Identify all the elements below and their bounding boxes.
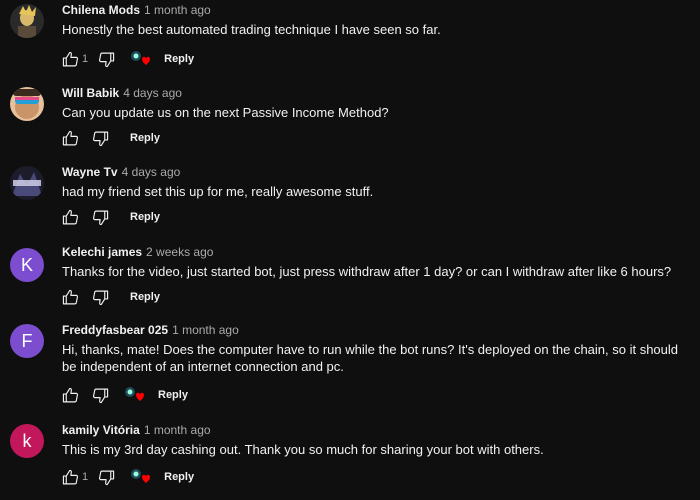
- reply-button[interactable]: Reply: [158, 389, 188, 401]
- comment-header: Wayne Tv 4 days ago: [62, 164, 180, 180]
- avatar[interactable]: K: [10, 248, 44, 282]
- comment-time[interactable]: 1 month ago: [144, 423, 211, 437]
- avatar-letter: F: [21, 330, 33, 351]
- comment-time[interactable]: 4 days ago: [122, 165, 181, 179]
- avatar-image: [10, 4, 44, 38]
- comment-header: Will Babik 4 days ago: [62, 85, 182, 101]
- heart-icon: [131, 51, 151, 65]
- comment-text: This is my 3rd day cashing out. Thank yo…: [62, 442, 544, 457]
- comment-time[interactable]: 1 month ago: [172, 323, 239, 337]
- comment-header: Kelechi james 2 weeks ago: [62, 244, 213, 260]
- comment-actions: Reply: [60, 206, 160, 228]
- reply-button[interactable]: Reply: [164, 471, 194, 483]
- comment-text: Honestly the best automated trading tech…: [62, 22, 441, 37]
- dislike-button[interactable]: [96, 467, 116, 487]
- thumbs-up-icon: [62, 387, 78, 402]
- thumbs-down-icon: [92, 290, 108, 305]
- heart-icon: [125, 387, 144, 401]
- avatar-image: [10, 166, 44, 200]
- reply-button[interactable]: Reply: [130, 211, 160, 223]
- avatar-image: [10, 87, 44, 121]
- avatar-letter: K: [20, 254, 33, 275]
- comment-text: had my friend set this up for me, really…: [62, 184, 374, 199]
- author-name[interactable]: Will Babik: [62, 86, 119, 100]
- thumbs-up-icon: [62, 469, 78, 484]
- thumbs-down-icon: [92, 131, 108, 146]
- creator-heart-badge: [130, 468, 152, 486]
- like-count: 1: [82, 53, 89, 65]
- heart-icon: [131, 469, 151, 483]
- comment-text: Can you update us on the next Passive In…: [62, 105, 389, 120]
- comment-actions: 1 Reply: [60, 466, 194, 488]
- author-name[interactable]: Wayne Tv: [62, 165, 118, 179]
- thumbs-down-icon: [92, 210, 108, 225]
- thumbs-up-icon: [62, 289, 78, 304]
- comment-header: kamily Vitória 1 month ago: [62, 422, 211, 438]
- creator-heart-badge: [130, 50, 152, 68]
- comment-actions: Reply: [60, 384, 188, 406]
- comment-actions: 1 Reply: [60, 48, 194, 70]
- dislike-button[interactable]: [90, 128, 110, 148]
- comment-actions: Reply: [60, 127, 160, 149]
- avatar[interactable]: [10, 4, 44, 38]
- comment-time[interactable]: 1 month ago: [144, 3, 211, 17]
- reply-button[interactable]: Reply: [130, 132, 160, 144]
- comment-header: Freddyfasbear 025 1 month ago: [62, 322, 239, 338]
- avatar[interactable]: k: [10, 424, 44, 458]
- like-button[interactable]: [60, 207, 80, 227]
- author-name[interactable]: Chilena Mods: [62, 3, 140, 17]
- thumbs-down-icon: [98, 470, 114, 485]
- like-button[interactable]: [60, 49, 80, 69]
- comment-time[interactable]: 4 days ago: [123, 86, 182, 100]
- like-button[interactable]: [60, 128, 80, 148]
- thumbs-up-icon: [62, 130, 78, 145]
- thumbs-up-icon: [62, 51, 78, 66]
- like-button[interactable]: [60, 385, 80, 405]
- comment-text: Thanks for the video, just started bot, …: [62, 264, 672, 279]
- like-button[interactable]: [60, 467, 80, 487]
- avatar[interactable]: [10, 87, 44, 121]
- like-button[interactable]: [60, 287, 80, 307]
- comment-header: Chilena Mods 1 month ago: [62, 2, 211, 18]
- reply-button[interactable]: Reply: [164, 53, 194, 65]
- dislike-button[interactable]: [90, 287, 110, 307]
- comment-actions: Reply: [60, 286, 160, 308]
- author-name[interactable]: kamily Vitória: [62, 423, 140, 437]
- dislike-button[interactable]: [90, 385, 110, 405]
- author-name[interactable]: Kelechi james: [62, 245, 142, 259]
- like-count: 1: [82, 471, 89, 483]
- avatar[interactable]: [10, 166, 44, 200]
- avatar-letter: k: [22, 430, 32, 451]
- dislike-button[interactable]: [96, 49, 116, 69]
- thumbs-up-icon: [62, 209, 78, 224]
- reply-button[interactable]: Reply: [130, 291, 160, 303]
- author-name[interactable]: Freddyfasbear 025: [62, 323, 168, 337]
- comment-text: Hi, thanks, mate! Does the computer have…: [62, 342, 679, 374]
- thumbs-down-icon: [98, 52, 114, 67]
- avatar[interactable]: F: [10, 324, 44, 358]
- thumbs-down-icon: [92, 388, 108, 403]
- dislike-button[interactable]: [90, 207, 110, 227]
- creator-heart-badge: [124, 386, 146, 404]
- comment-time[interactable]: 2 weeks ago: [146, 245, 213, 259]
